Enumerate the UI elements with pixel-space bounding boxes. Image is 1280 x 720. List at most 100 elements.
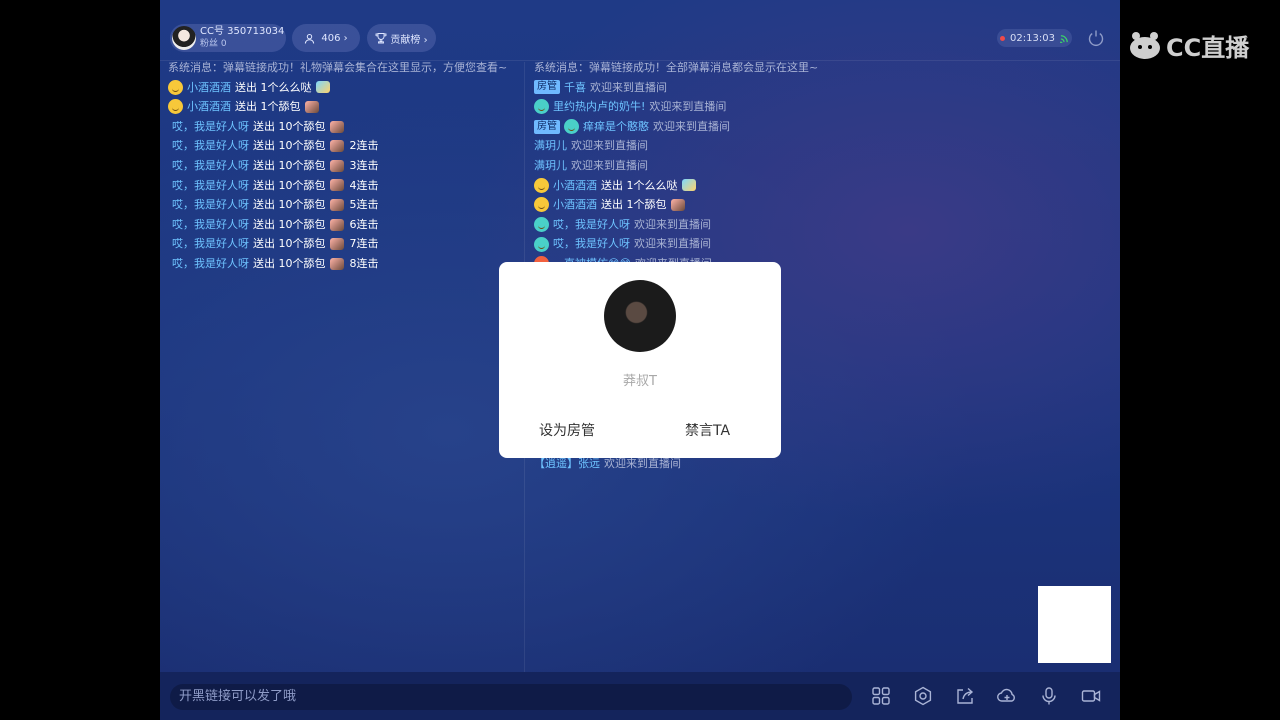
gift-icon xyxy=(329,218,344,231)
chat-message-row: 小酒酒酒 送出 1个么么哒 xyxy=(534,176,934,196)
message-text: 欢迎来到直播间 xyxy=(649,100,727,114)
gift-message-row: 哎，我是好人呀 送出 10个舔包 8连击 xyxy=(168,254,518,274)
username-link[interactable]: 哎，我是好人呀 xyxy=(172,254,249,274)
avatar xyxy=(172,26,196,50)
cc-mascot-icon xyxy=(1130,32,1160,59)
power-icon[interactable] xyxy=(1087,29,1105,47)
gift-icon xyxy=(329,120,344,133)
gift-text: 送出 1个么么哒 xyxy=(235,80,312,94)
gift-icon xyxy=(670,198,685,211)
gift-icon xyxy=(329,198,344,211)
gift-chat-panel: 系统消息：弹幕链接成功！礼物弹幕会集合在这里显示，方便您查看~ 小酒酒酒 送出 1… xyxy=(168,58,518,274)
username-link[interactable]: 满玥儿 xyxy=(534,136,567,156)
username-link[interactable]: 小酒酒酒 xyxy=(553,176,597,196)
online-count: 406 › xyxy=(321,32,348,44)
mute-button[interactable]: 禁言TA xyxy=(685,420,730,440)
username-link[interactable]: 小酒酒酒 xyxy=(187,78,231,98)
username-link[interactable]: 哎，我是好人呀 xyxy=(172,195,249,215)
username-link[interactable]: 痒痒是个憨憨 xyxy=(583,117,649,137)
username-link[interactable]: 小酒酒酒 xyxy=(187,97,231,117)
user-card-modal: 莽叔T 设为房管 禁言TA xyxy=(499,262,781,458)
username-link[interactable]: 哎，我是好人呀 xyxy=(553,215,630,235)
gift-message-row: 哎，我是好人呀 送出 10个舔包 4连击 xyxy=(168,176,518,196)
cc-live-logo: CC直播 xyxy=(1128,28,1252,62)
live-room-stage: CC号 350713034 粉丝 0 406 › 贡献榜 › 02:13:03 … xyxy=(160,0,1120,720)
timer-text: 02:13:03 xyxy=(1010,32,1055,44)
face-emoji-icon xyxy=(534,197,549,213)
apps-grid-icon[interactable] xyxy=(870,685,892,707)
message-text: 欢迎来到直播间 xyxy=(571,139,648,153)
cloud-share-icon[interactable] xyxy=(996,685,1018,707)
combo-count: 5连击 xyxy=(349,198,379,212)
username-link[interactable]: 哎，我是好人呀 xyxy=(172,136,249,156)
person-icon xyxy=(305,33,315,44)
username-link[interactable]: 哎，我是好人呀 xyxy=(553,234,630,254)
combo-count: 8连击 xyxy=(349,256,379,270)
username-link[interactable]: 哎，我是好人呀 xyxy=(172,234,249,254)
user-level-icon xyxy=(534,99,549,115)
combo-count: 3连击 xyxy=(349,158,379,172)
chat-message-row: 房管 痒痒是个憨憨 欢迎来到直播间 xyxy=(534,117,934,137)
chat-message-row: 里约热内卢的奶牛! 欢迎来到直播间 xyxy=(534,97,934,117)
logo-text: CC直播 xyxy=(1166,33,1250,62)
top-bar: CC号 350713034 粉丝 0 406 › 贡献榜 › 02:13:03 xyxy=(160,0,1120,61)
chat-message-row: 哎，我是好人呀 欢迎来到直播间 xyxy=(534,234,934,254)
gift-text: 送出 10个舔包 xyxy=(253,237,326,251)
camera-preview xyxy=(1038,586,1111,663)
username-link[interactable]: 哎，我是好人呀 xyxy=(172,215,249,235)
combo-count: 4连击 xyxy=(349,178,379,192)
combo-count: 6连击 xyxy=(349,217,379,231)
gift-text: 送出 10个舔包 xyxy=(253,217,326,231)
user-name: 莽叔T xyxy=(623,374,657,389)
user-level-icon xyxy=(534,236,549,252)
gift-icon xyxy=(329,140,344,153)
bottom-bar: 开黑链接可以发了哦 xyxy=(160,672,1120,720)
all-chat-panel: 系统消息：弹幕链接成功！全部弹幕消息都会显示在这里~ 房管 千喜 欢迎来到直播间 里约… xyxy=(534,58,934,470)
username-link[interactable]: 哎，我是好人呀 xyxy=(172,117,249,137)
gift-message-row: 哎，我是好人呀 送出 10个舔包 6连击 xyxy=(168,215,518,235)
face-emoji-icon xyxy=(534,177,549,193)
admin-badge: 房管 xyxy=(534,80,560,95)
user-level-icon xyxy=(534,217,549,233)
message-text: 欢迎来到直播间 xyxy=(653,119,730,133)
chat-message-row: 哎，我是好人呀 欢迎来到直播间 xyxy=(534,215,934,235)
message-text: 送出 1个舔包 xyxy=(601,198,667,212)
username-link[interactable]: 里约热内卢的奶牛! xyxy=(553,97,645,117)
chat-message-row: 满玥儿 欢迎来到直播间 xyxy=(534,136,934,156)
online-count-button[interactable]: 406 › xyxy=(292,24,360,52)
account-id: CC号 350713034 xyxy=(200,26,285,37)
gift-message-row: 小酒酒酒 送出 1个舔包 xyxy=(168,97,518,117)
account-pill[interactable]: CC号 350713034 粉丝 0 xyxy=(170,24,286,52)
microphone-icon[interactable] xyxy=(1038,685,1060,707)
fans-count: 粉丝 0 xyxy=(200,39,227,49)
gift-text: 送出 10个舔包 xyxy=(253,139,326,153)
gift-message-row: 哎，我是好人呀 送出 10个舔包 xyxy=(168,117,518,137)
combo-count: 2连击 xyxy=(349,139,379,153)
gift-message-row: 小酒酒酒 送出 1个么么哒 xyxy=(168,78,518,98)
chat-message-row: 房管 千喜 欢迎来到直播间 xyxy=(534,78,934,98)
admin-badge: 房管 xyxy=(534,119,560,134)
user-level-icon xyxy=(564,119,579,135)
live-dot-icon xyxy=(1000,35,1006,41)
username-link[interactable]: 满玥儿 xyxy=(534,156,567,176)
username-link[interactable]: 小酒酒酒 xyxy=(553,195,597,215)
user-avatar xyxy=(604,280,676,352)
username-link[interactable]: 千喜 xyxy=(564,78,586,98)
contribution-rank-button[interactable]: 贡献榜 › xyxy=(367,24,436,52)
combo-count: 7连击 xyxy=(349,237,379,251)
gift-text: 送出 10个舔包 xyxy=(253,178,326,192)
system-message: 系统消息：弹幕链接成功！礼物弹幕会集合在这里显示，方便您查看~ xyxy=(168,61,508,74)
camera-icon[interactable] xyxy=(1080,685,1102,707)
message-text: 欢迎来到直播间 xyxy=(590,80,667,94)
gift-icon xyxy=(681,179,696,192)
username-link[interactable]: 哎，我是好人呀 xyxy=(172,176,249,196)
gift-text: 送出 10个舔包 xyxy=(253,198,326,212)
settings-icon[interactable] xyxy=(912,685,934,707)
share-icon[interactable] xyxy=(954,685,976,707)
username-link[interactable]: 哎，我是好人呀 xyxy=(172,156,249,176)
gift-icon xyxy=(315,81,330,94)
account-info: CC号 350713034 粉丝 0 xyxy=(200,26,284,50)
chat-input[interactable]: 开黑链接可以发了哦 xyxy=(170,684,852,710)
gift-message-row: 哎，我是好人呀 送出 10个舔包 2连击 xyxy=(168,136,518,156)
set-admin-button[interactable]: 设为房管 xyxy=(539,420,595,440)
